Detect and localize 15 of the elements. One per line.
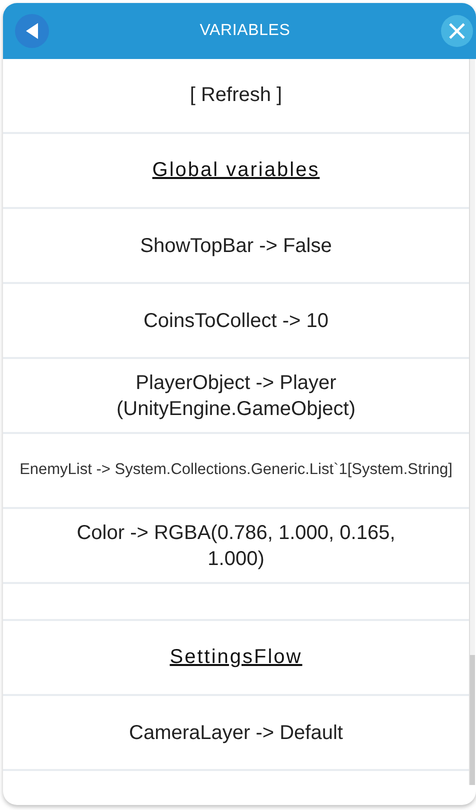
variable-entry: CoinsToCollect -> 10 (143, 308, 329, 334)
variable-entry: ShowTopBar -> False (140, 234, 332, 258)
window-title: VARIABLES (200, 22, 290, 40)
back-icon (24, 22, 40, 40)
refresh-button[interactable]: [ Refresh ] (182, 80, 290, 111)
scrollbar-thumb[interactable] (470, 655, 475, 785)
close-icon (448, 22, 466, 40)
variable-entry: PlayerObject -> Player (UnityEngine.GameObject) (116, 370, 356, 422)
section-heading: SettingsFlow (170, 646, 302, 669)
variable-entry: Color -> RGBA(0.786, 1.000, 0.165, 1.000) (76, 520, 396, 572)
close-button[interactable] (440, 15, 473, 47)
variable-entry: CameraLayer -> Default (129, 720, 343, 746)
variable-entry: EnemyList -> System.Collections.Generic.List`1[System.String] (20, 460, 452, 480)
back-button[interactable] (15, 14, 49, 48)
section-heading: Global variables (152, 159, 320, 182)
